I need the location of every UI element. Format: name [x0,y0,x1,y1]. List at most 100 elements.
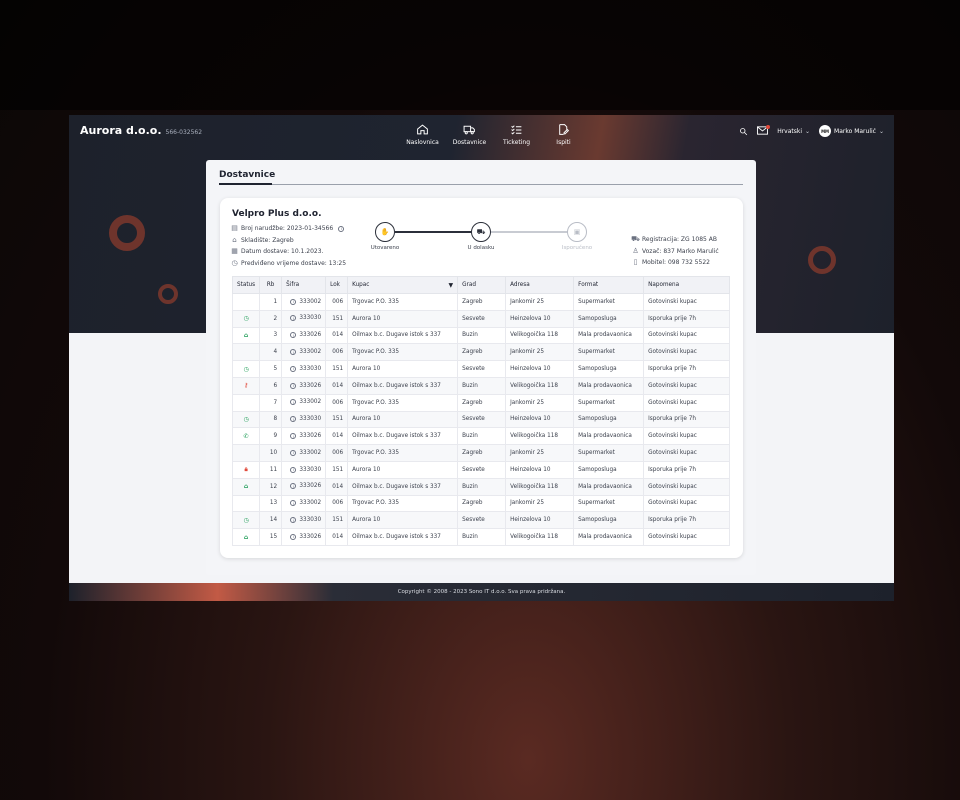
table-row[interactable]: ⌂ 3 i 333026 014 Oilmax b.c. Dugave istok s 3… [231,326,730,345]
notifications-button[interactable] [757,124,771,137]
info-icon[interactable]: i [290,533,297,540]
info-icon[interactable]: i [338,225,345,232]
cell-adresa: Jankomir 25 [505,293,575,311]
info-icon[interactable]: i [290,332,297,339]
nav-item-ticketing[interactable]: Ticketing [493,123,540,146]
phone-icon: ✆ [243,432,249,440]
table-row[interactable]: ✆ 9 i 333026 014 Oilmax b.c. Dugave istok s 3… [231,427,730,446]
cell-format: Supermarket [573,444,645,462]
cell-rb: 15 [259,528,283,546]
eta: Predviđeno vrijeme dostave: 13:25 [241,259,347,267]
table-row[interactable]: 1 i 333002 006 Trgovac P.O. 335 Zagreb Jankomi… [231,293,730,311]
driver-meta: ⛟ Registracija: ZG 1085 AB ♙ Vozač: 837 … [631,234,719,269]
cell-rb: 7 [259,393,283,412]
table-row[interactable]: 10 i 333002 006 Trgovac P.O. 335 Zagreb Jankom… [231,444,730,462]
col-adresa[interactable]: Adresa [505,276,575,294]
cell-grad: Zagreb [457,343,507,362]
info-icon[interactable]: i [290,466,297,473]
page-title: Dostavnice [219,170,276,180]
col-status[interactable]: Status [231,276,261,294]
table-row[interactable]: ◷ 8 i 333030 151 Aurora 10 Sesvete Heinzelova 1… [231,410,730,429]
step-label: Isporučeno [561,245,593,251]
cell-sifra: i 333002 [281,343,327,362]
col-grad[interactable]: Grad [457,276,507,294]
nav-label: Naslovnica [406,139,439,146]
box-icon: ▣ [573,228,581,236]
sifra-value: 333030 [299,466,322,473]
cell-status: ◷ [231,410,261,429]
cell-adresa: Heinzelova 10 [505,410,575,429]
col-rb[interactable]: Rb [259,276,283,294]
info-icon[interactable]: i [290,298,297,305]
order-number: Broj narudžbe: 2023-01-34566 [241,225,334,233]
col-sifra[interactable]: Šifra [281,276,327,294]
cell-grad: Sesvete [457,410,507,429]
footer: Copyright © 2008 - 2023 Sono IT d.o.o. S… [69,583,894,601]
info-icon[interactable]: i [290,399,297,406]
search-icon[interactable] [739,127,748,136]
cell-adresa: Heinzelova 10 [505,309,575,328]
info-icon[interactable]: i [290,500,297,507]
cell-status [231,393,261,412]
info-icon[interactable]: i [290,349,297,356]
col-format[interactable]: Format [573,276,645,294]
brand-name: Aurora d.o.o. [80,124,162,137]
cell-adresa: Jankomir 25 [505,494,575,513]
cell-lok: 014 [325,528,349,546]
table-row[interactable]: 4 i 333002 006 Trgovac P.O. 335 Zagreb Jankomi… [231,343,730,362]
table-row[interactable]: ⌂ 12 i 333026 014 Oilmax b.c. Dugave istok s … [231,477,730,496]
cell-sifra: i 333002 [281,494,327,513]
cell-grad: Sesvete [457,460,507,479]
col-lok[interactable]: Lok [325,276,349,294]
cell-format: Mala prodavaonica [573,427,645,446]
cell-napomena: Gotovinski kupac [643,376,730,395]
info-icon[interactable]: i [290,416,297,423]
table-row[interactable]: 7 i 333002 006 Trgovac P.O. 335 Zagreb Jankomi… [231,393,730,412]
table-row[interactable]: ◷ 2 i 333030 151 Aurora 10 Sesvete Heinzelova 1… [231,309,730,328]
brand[interactable]: Aurora d.o.o. 566-032562 [80,124,202,137]
app-window: Aurora d.o.o. 566-032562 Naslovnica Dost… [69,115,894,601]
home-icon: ⌂ [243,533,249,541]
cell-status: ⌂ [231,528,261,546]
cell-format: Samoposluga [573,511,645,530]
cell-rb: 1 [259,293,283,311]
mobile: Mobitel: 098 732 5522 [642,259,710,267]
nav-item-ispiti[interactable]: Ispiti [540,123,587,146]
cell-rb: 8 [259,410,283,429]
table-header-row: Status Rb Šifra Lok Kupac ▼ Grad Adresa … [231,276,730,294]
cell-adresa: Heinzelova 10 [505,511,575,530]
info-icon[interactable]: i [290,449,297,456]
table-row[interactable]: ⌂ 15 i 333026 014 Oilmax b.c. Dugave istok s … [231,528,730,546]
info-icon[interactable]: i [290,315,297,322]
cell-kupac: Oilmax b.c. Dugave istok s 337 [347,477,459,496]
table-row[interactable]: 13 i 333002 006 Trgovac P.O. 335 Zagreb Jankom… [231,494,730,513]
table-row[interactable]: 🔒︎ 11 i 333030 151 Aurora 10 Sesvete Heinzelova… [231,460,730,479]
cell-format: Samoposluga [573,360,645,378]
nav-item-dostavnice[interactable]: Dostavnice [446,123,493,146]
info-icon[interactable]: i [290,382,297,389]
decor-ring [808,246,836,274]
cell-lok: 151 [325,309,349,328]
cell-grad: Sesvete [457,309,507,328]
truck-icon [463,125,475,135]
info-icon[interactable]: i [290,517,297,523]
nav-item-naslovnica[interactable]: Naslovnica [399,123,446,146]
table-row[interactable]: ◷ 5 i 333030 151 Aurora 10 Sesvete Heinzelova 1… [231,360,730,378]
col-napomena[interactable]: Napomena [643,276,730,294]
info-icon[interactable]: i [290,483,297,490]
mobile-icon: ▯ [633,258,638,267]
user-menu[interactable]: MM Marko Marulić ⌄ [819,125,884,137]
cell-sifra: i 333026 [281,528,327,546]
table-row[interactable]: ◷ 14 i 333030 151 Aurora 10 Sesvete Heinzelova … [231,511,730,530]
cell-format: Mala prodavaonica [573,376,645,395]
info-icon[interactable]: i [290,365,297,372]
sifra-value: 333030 [299,365,322,372]
info-icon[interactable]: i [290,433,297,440]
hand-box-icon: ✋ [380,228,390,236]
col-kupac[interactable]: Kupac ▼ [347,276,459,294]
language-select[interactable]: Hrvatski ⌄ [777,128,810,135]
cell-grad: Buzin [457,528,507,546]
brand-id: 566-032562 [165,129,203,136]
table-row[interactable]: ⚷ 6 i 333026 014 Oilmax b.c. Dugave istok s 3… [231,376,730,395]
filter-icon[interactable]: ▼ [449,282,454,289]
